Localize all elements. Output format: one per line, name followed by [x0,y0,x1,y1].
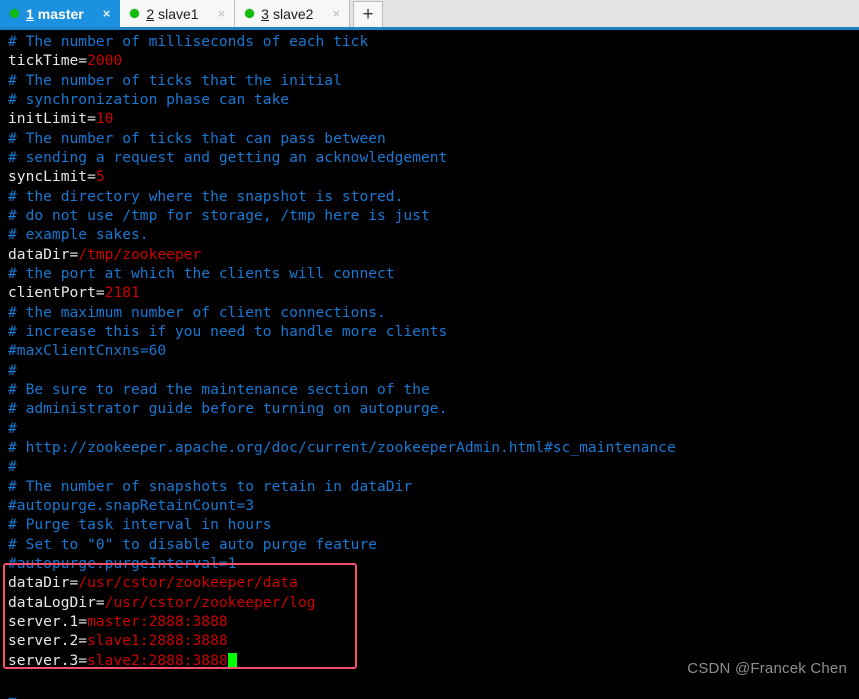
config-value: slave2:2888:3888 [87,651,228,669]
config-value: 2181 [104,284,140,302]
editor-line: #autopurge.purgeInterval=1 [8,554,853,573]
comment-text: # the port at which the clients will con… [8,264,395,282]
close-icon[interactable]: × [215,7,229,20]
config-key: dataDir= [8,245,79,263]
editor-line: # do not use /tmp for storage, /tmp here… [8,206,853,225]
close-icon[interactable]: × [329,7,343,20]
config-key: dataLogDir= [8,593,105,611]
config-key: syncLimit= [8,168,96,186]
tab-number: 3 [261,5,269,22]
editor-line: server.2=slave1:2888:3888 [8,631,853,650]
editor-line: server.1=master:2888:3888 [8,612,853,631]
tab-label: slave1 [158,5,199,22]
tab-bar: 1 master × 2 slave1 × 3 slave2 × + [0,0,859,27]
new-tab-button[interactable]: + [353,1,384,27]
comment-text: #autopurge.purgeInterval=1 [8,554,237,572]
green-dot-icon [10,9,19,18]
editor-line: # the port at which the clients will con… [8,264,853,283]
editor-line: syncLimit=5 [8,167,853,186]
comment-text: # The number of snapshots to retain in d… [8,477,413,495]
tab-label: slave2 [272,5,314,22]
green-dot-icon [130,9,140,18]
comment-text: # the maximum number of client connectio… [8,303,386,321]
editor-line: clientPort=2181 [8,283,853,302]
editor-line: # Be sure to read the maintenance sectio… [8,380,853,399]
comment-text: # the directory where the snapshot is st… [8,187,404,205]
config-value: slave1:2888:3888 [87,632,228,650]
config-value: /usr/cstor/zookeeper/data [78,574,298,592]
config-key: initLimit= [8,110,96,128]
config-value: master:2888:3888 [87,612,228,630]
tab-slave1[interactable]: 2 slave1 × [120,0,236,27]
green-dot-icon [245,9,255,18]
comment-text: # The number of ticks that can pass betw… [8,129,386,147]
comment-text: # Be sure to read the maintenance sectio… [8,380,430,398]
config-key: server.3= [8,651,88,669]
comment-text: # [8,419,17,437]
config-value: /usr/cstor/zookeeper/log [104,593,316,611]
editor-line: # administrator guide before turning on … [8,399,853,418]
editor-line: # The number of milliseconds of each tic… [8,32,853,51]
watermark: CSDN @Francek Chen [687,660,847,677]
tab-bar-empty-space [383,0,859,27]
empty-line-marker: ~ [8,690,17,699]
editor-line: dataDir=/usr/cstor/zookeeper/data [8,573,853,592]
comment-text: # The number of milliseconds of each tic… [8,33,369,50]
comment-text: # Purge task interval in hours [8,516,272,534]
config-key: clientPort= [8,284,105,302]
terminal-window: 1 master × 2 slave1 × 3 slave2 × + # The… [0,0,859,699]
tab-label: master [37,5,84,22]
tab-master[interactable]: 1 master × [0,0,121,27]
editor-line: # Set to "0" to disable auto purge featu… [8,535,853,554]
comment-text: #autopurge.snapRetainCount=3 [8,496,255,514]
comment-text: # administrator guide before turning on … [8,400,448,418]
config-value: 2000 [87,52,123,70]
comment-text: # Set to "0" to disable auto purge featu… [8,535,378,553]
comment-text: # [8,458,17,476]
editor-line: # http://zookeeper.apache.org/doc/curren… [8,438,853,457]
config-key: server.1= [8,612,88,630]
editor-buffer: # The number of milliseconds of each tic… [8,32,853,699]
editor-line: dataLogDir=/usr/cstor/zookeeper/log [8,593,853,612]
editor-line: # the directory where the snapshot is st… [8,187,853,206]
editor-line: # sending a request and getting an ackno… [8,148,853,167]
tab-slave2[interactable]: 3 slave2 × [235,0,351,27]
config-value: 10 [95,110,114,128]
editor-line: # [8,457,853,476]
config-key: tickTime= [8,52,88,70]
editor-line: # Purge task interval in hours [8,515,853,534]
comment-text: # The number of ticks that the initial [8,71,342,89]
editor-line: # [8,419,853,438]
editor-line: # The number of snapshots to retain in d… [8,477,853,496]
comment-text: # http://zookeeper.apache.org/doc/curren… [8,438,676,456]
comment-text: # do not use /tmp for storage, /tmp here… [8,206,430,224]
editor-line: # The number of ticks that can pass betw… [8,129,853,148]
editor-line: # synchronization phase can take [8,90,853,109]
text-cursor [227,652,237,668]
editor-line: # The number of ticks that the initial [8,71,853,90]
editor-line: # [8,361,853,380]
terminal-screen[interactable]: # The number of milliseconds of each tic… [0,30,859,699]
close-icon[interactable]: × [100,7,114,20]
config-value: /tmp/zookeeper [78,245,202,263]
comment-text: # [8,361,17,379]
editor-line: initLimit=10 [8,109,853,128]
comment-text: # example sakes. [8,226,149,244]
config-value: 5 [95,168,105,186]
comment-text: # synchronization phase can take [8,90,290,108]
editor-line: # the maximum number of client connectio… [8,303,853,322]
config-key: dataDir= [8,574,79,592]
editor-line: tickTime=2000 [8,51,853,70]
comment-text: # sending a request and getting an ackno… [8,148,448,166]
editor-line: # example sakes. [8,225,853,244]
config-key: server.2= [8,632,88,650]
editor-line: #maxClientCnxns=60 [8,341,853,360]
editor-line: #autopurge.snapRetainCount=3 [8,496,853,515]
editor-line: dataDir=/tmp/zookeeper [8,245,853,264]
tab-number: 1 [26,5,34,22]
comment-text: #maxClientCnxns=60 [8,342,167,360]
editor-line: # increase this if you need to handle mo… [8,322,853,341]
tab-number: 2 [146,5,155,22]
comment-text: # increase this if you need to handle mo… [8,322,448,340]
